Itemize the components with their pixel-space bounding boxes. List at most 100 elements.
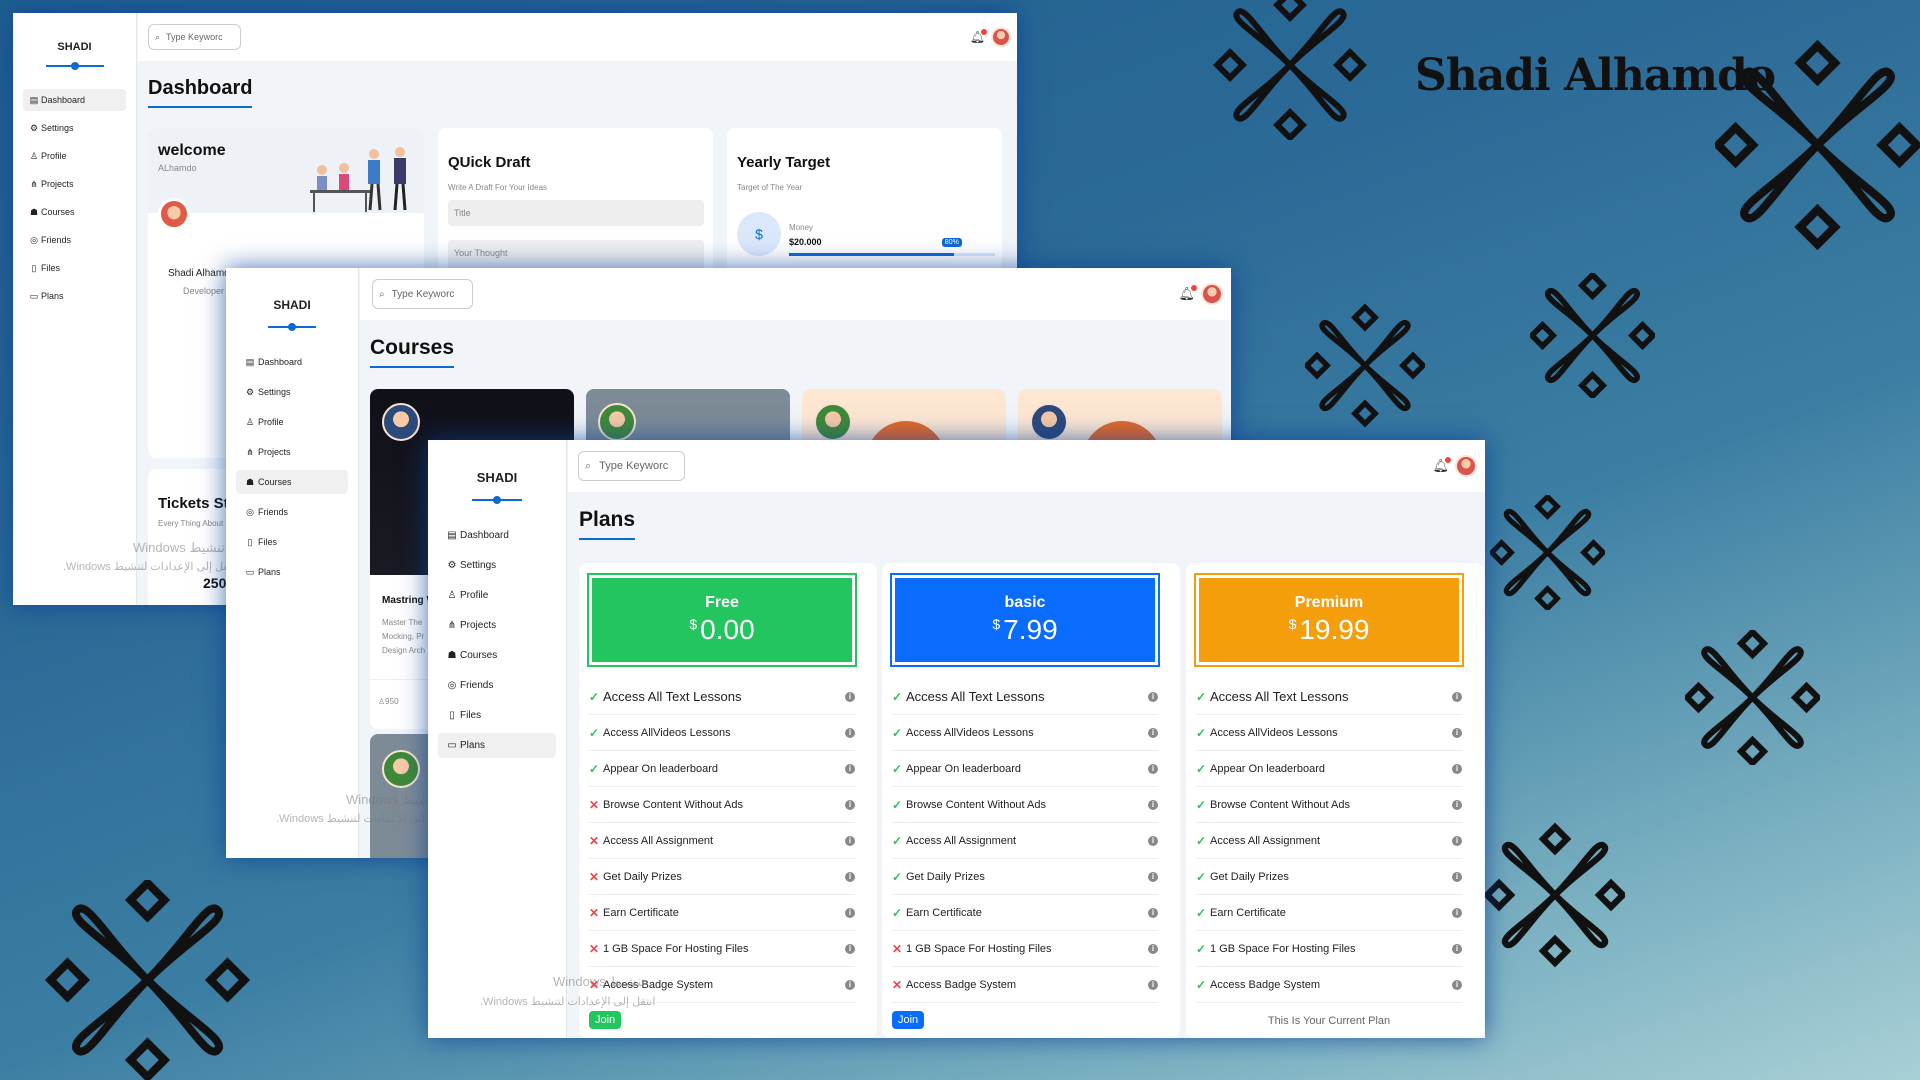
file-icon: ▯: [31, 262, 37, 273]
plan-feature-row: ✓ Access All Text Lessons i: [1196, 679, 1462, 715]
plan-feature-label: Appear On leaderboard: [1210, 762, 1325, 775]
search-icon: ⌕: [379, 288, 385, 300]
info-icon[interactable]: i: [845, 763, 855, 774]
price-value: 7.99: [1003, 614, 1058, 645]
info-icon[interactable]: i: [1148, 871, 1158, 882]
info-icon[interactable]: i: [1148, 907, 1158, 918]
avatar[interactable]: [1201, 283, 1223, 305]
sidebar-item-profile[interactable]: ♙ Profile: [23, 145, 126, 167]
info-icon[interactable]: i: [1452, 943, 1462, 954]
info-icon[interactable]: i: [1452, 763, 1462, 774]
avatar[interactable]: [991, 27, 1011, 47]
plan-feature-label: Get Daily Prizes: [603, 870, 682, 883]
sidebar-item-files[interactable]: ▯ Files: [236, 530, 348, 554]
welcome-role: Developer: [183, 286, 225, 296]
check-icon: ✓: [1196, 797, 1207, 812]
info-icon[interactable]: i: [845, 835, 855, 846]
gear-icon: ⚙: [29, 122, 39, 133]
money-value: $20.000: [789, 237, 822, 247]
check-icon: ✓: [1196, 977, 1207, 992]
sidebar-item-plans[interactable]: ▭ Plans: [23, 285, 126, 307]
sidebar-item-settings[interactable]: ⚙ Settings: [23, 117, 126, 139]
brand-underline: [45, 62, 104, 70]
info-icon[interactable]: i: [1148, 943, 1158, 954]
activation-watermark: Windows تنشيط: [553, 974, 645, 989]
progress-fill: [789, 253, 954, 256]
yearly-target-subtitle: Target of The Year: [737, 183, 803, 192]
info-icon[interactable]: i: [1452, 979, 1462, 990]
sidebar-item-label: Plans: [41, 291, 64, 301]
price-value: 19.99: [1299, 614, 1370, 645]
plan-feature-row: ✓ Appear On leaderboard i: [892, 751, 1158, 787]
search-input[interactable]: ⌕ Type Keyworc: [148, 24, 241, 50]
sidebar-item-projects[interactable]: ⋔ Projects: [23, 173, 126, 195]
info-icon[interactable]: i: [1452, 727, 1462, 738]
check-icon: ✓: [589, 725, 600, 740]
check-icon: ✓: [892, 905, 903, 920]
sidebar-item-label: Friends: [41, 235, 72, 245]
sidebar-item-label: Dashboard: [41, 95, 86, 105]
check-icon: ✓: [892, 689, 903, 704]
user-icon: ♙: [29, 150, 39, 161]
activation-watermark-sub: .Windows انتقل إلى الإعدادات لتنشيط: [276, 813, 452, 825]
info-icon[interactable]: i: [845, 943, 855, 954]
bell-icon[interactable]: 🔔︎: [970, 29, 988, 44]
activation-watermark-sub: .Windows انتقل إلى الإعدادات لتنشيط: [63, 561, 239, 573]
info-icon[interactable]: i: [1148, 691, 1158, 702]
plan-price: $19.99: [1199, 614, 1459, 646]
plan-feature-row: ✕ Earn Certificate i: [589, 895, 855, 931]
info-icon[interactable]: i: [1452, 907, 1462, 918]
plan-feature-label: Earn Certificate: [603, 906, 679, 919]
sidebar-item-friends[interactable]: ◎ Friends: [23, 229, 126, 251]
plan-feature-label: Browse Content Without Ads: [1210, 798, 1351, 811]
info-icon[interactable]: i: [1148, 727, 1158, 738]
info-icon[interactable]: i: [1148, 835, 1158, 846]
page-title: Courses: [370, 336, 513, 368]
sidebar-item-projects[interactable]: ⋔ Projects: [236, 440, 348, 464]
info-icon[interactable]: i: [1148, 979, 1158, 990]
sidebar-item-settings[interactable]: ⚙ Settings: [236, 380, 348, 404]
cross-icon: ✕: [892, 941, 903, 956]
sidebar-item-courses[interactable]: ☗ Courses: [23, 201, 126, 223]
plan-name: Premium: [1294, 594, 1364, 611]
search-input[interactable]: ⌕ Type Keyworc: [372, 279, 473, 309]
sidebar-item-courses[interactable]: ☗ Courses: [236, 470, 348, 494]
join-button[interactable]: Join: [589, 1011, 622, 1029]
bell-icon[interactable]: 🔔︎: [1178, 285, 1197, 302]
info-icon[interactable]: i: [845, 907, 855, 918]
plan-feature-row: ✓ Get Daily Prizes i: [892, 859, 1158, 895]
sidebar-item-files[interactable]: ▯ Files: [23, 257, 126, 279]
info-icon[interactable]: i: [1452, 691, 1462, 702]
plan-feature-row: ✕ Access All Assignment i: [589, 823, 855, 859]
info-icon[interactable]: i: [1148, 799, 1158, 810]
info-icon[interactable]: i: [845, 691, 855, 702]
info-icon[interactable]: i: [1452, 799, 1462, 810]
sidebar-item-dashboard[interactable]: ▤ Dashboard: [23, 89, 126, 111]
tickets-subtitle: Every Thing About: [158, 519, 224, 528]
currency-symbol: $: [992, 616, 1001, 632]
plan-feature-row: ✓ Access AllVideos Lessons i: [589, 715, 855, 751]
draft-title-input[interactable]: Title: [448, 200, 704, 226]
sidebar-item-friends[interactable]: ◎ Friends: [236, 500, 348, 524]
check-icon: ✓: [589, 689, 600, 704]
yearly-target-title: Yearly Target: [737, 154, 831, 171]
info-icon[interactable]: i: [845, 799, 855, 810]
info-icon[interactable]: i: [1148, 763, 1158, 774]
plan-card-2: Premium $19.99 ✓ Access All Text Lessons i ✓ A…: [1186, 563, 1484, 1038]
cross-icon: ✕: [589, 797, 600, 812]
plan-feature-row: ✓ Access AllVideos Lessons i: [892, 715, 1158, 751]
info-icon[interactable]: i: [845, 871, 855, 882]
check-icon: ✓: [1196, 833, 1207, 848]
check-icon: ✓: [892, 869, 903, 884]
info-icon[interactable]: i: [1452, 871, 1462, 882]
plan-feature-label: Access All Assignment: [603, 834, 714, 847]
info-icon[interactable]: i: [845, 979, 855, 990]
info-icon[interactable]: i: [1452, 835, 1462, 846]
welcome-subtitle: ALhamdo: [158, 163, 197, 173]
info-icon[interactable]: i: [845, 727, 855, 738]
decorative-flower: [1685, 630, 1820, 765]
sidebar-item-plans[interactable]: ▭ Plans: [236, 560, 348, 584]
sidebar-item-profile[interactable]: ♙ Profile: [236, 410, 348, 434]
sidebar-item-dashboard[interactable]: ▤ Dashboard: [236, 350, 348, 374]
join-button[interactable]: Join: [892, 1011, 925, 1029]
